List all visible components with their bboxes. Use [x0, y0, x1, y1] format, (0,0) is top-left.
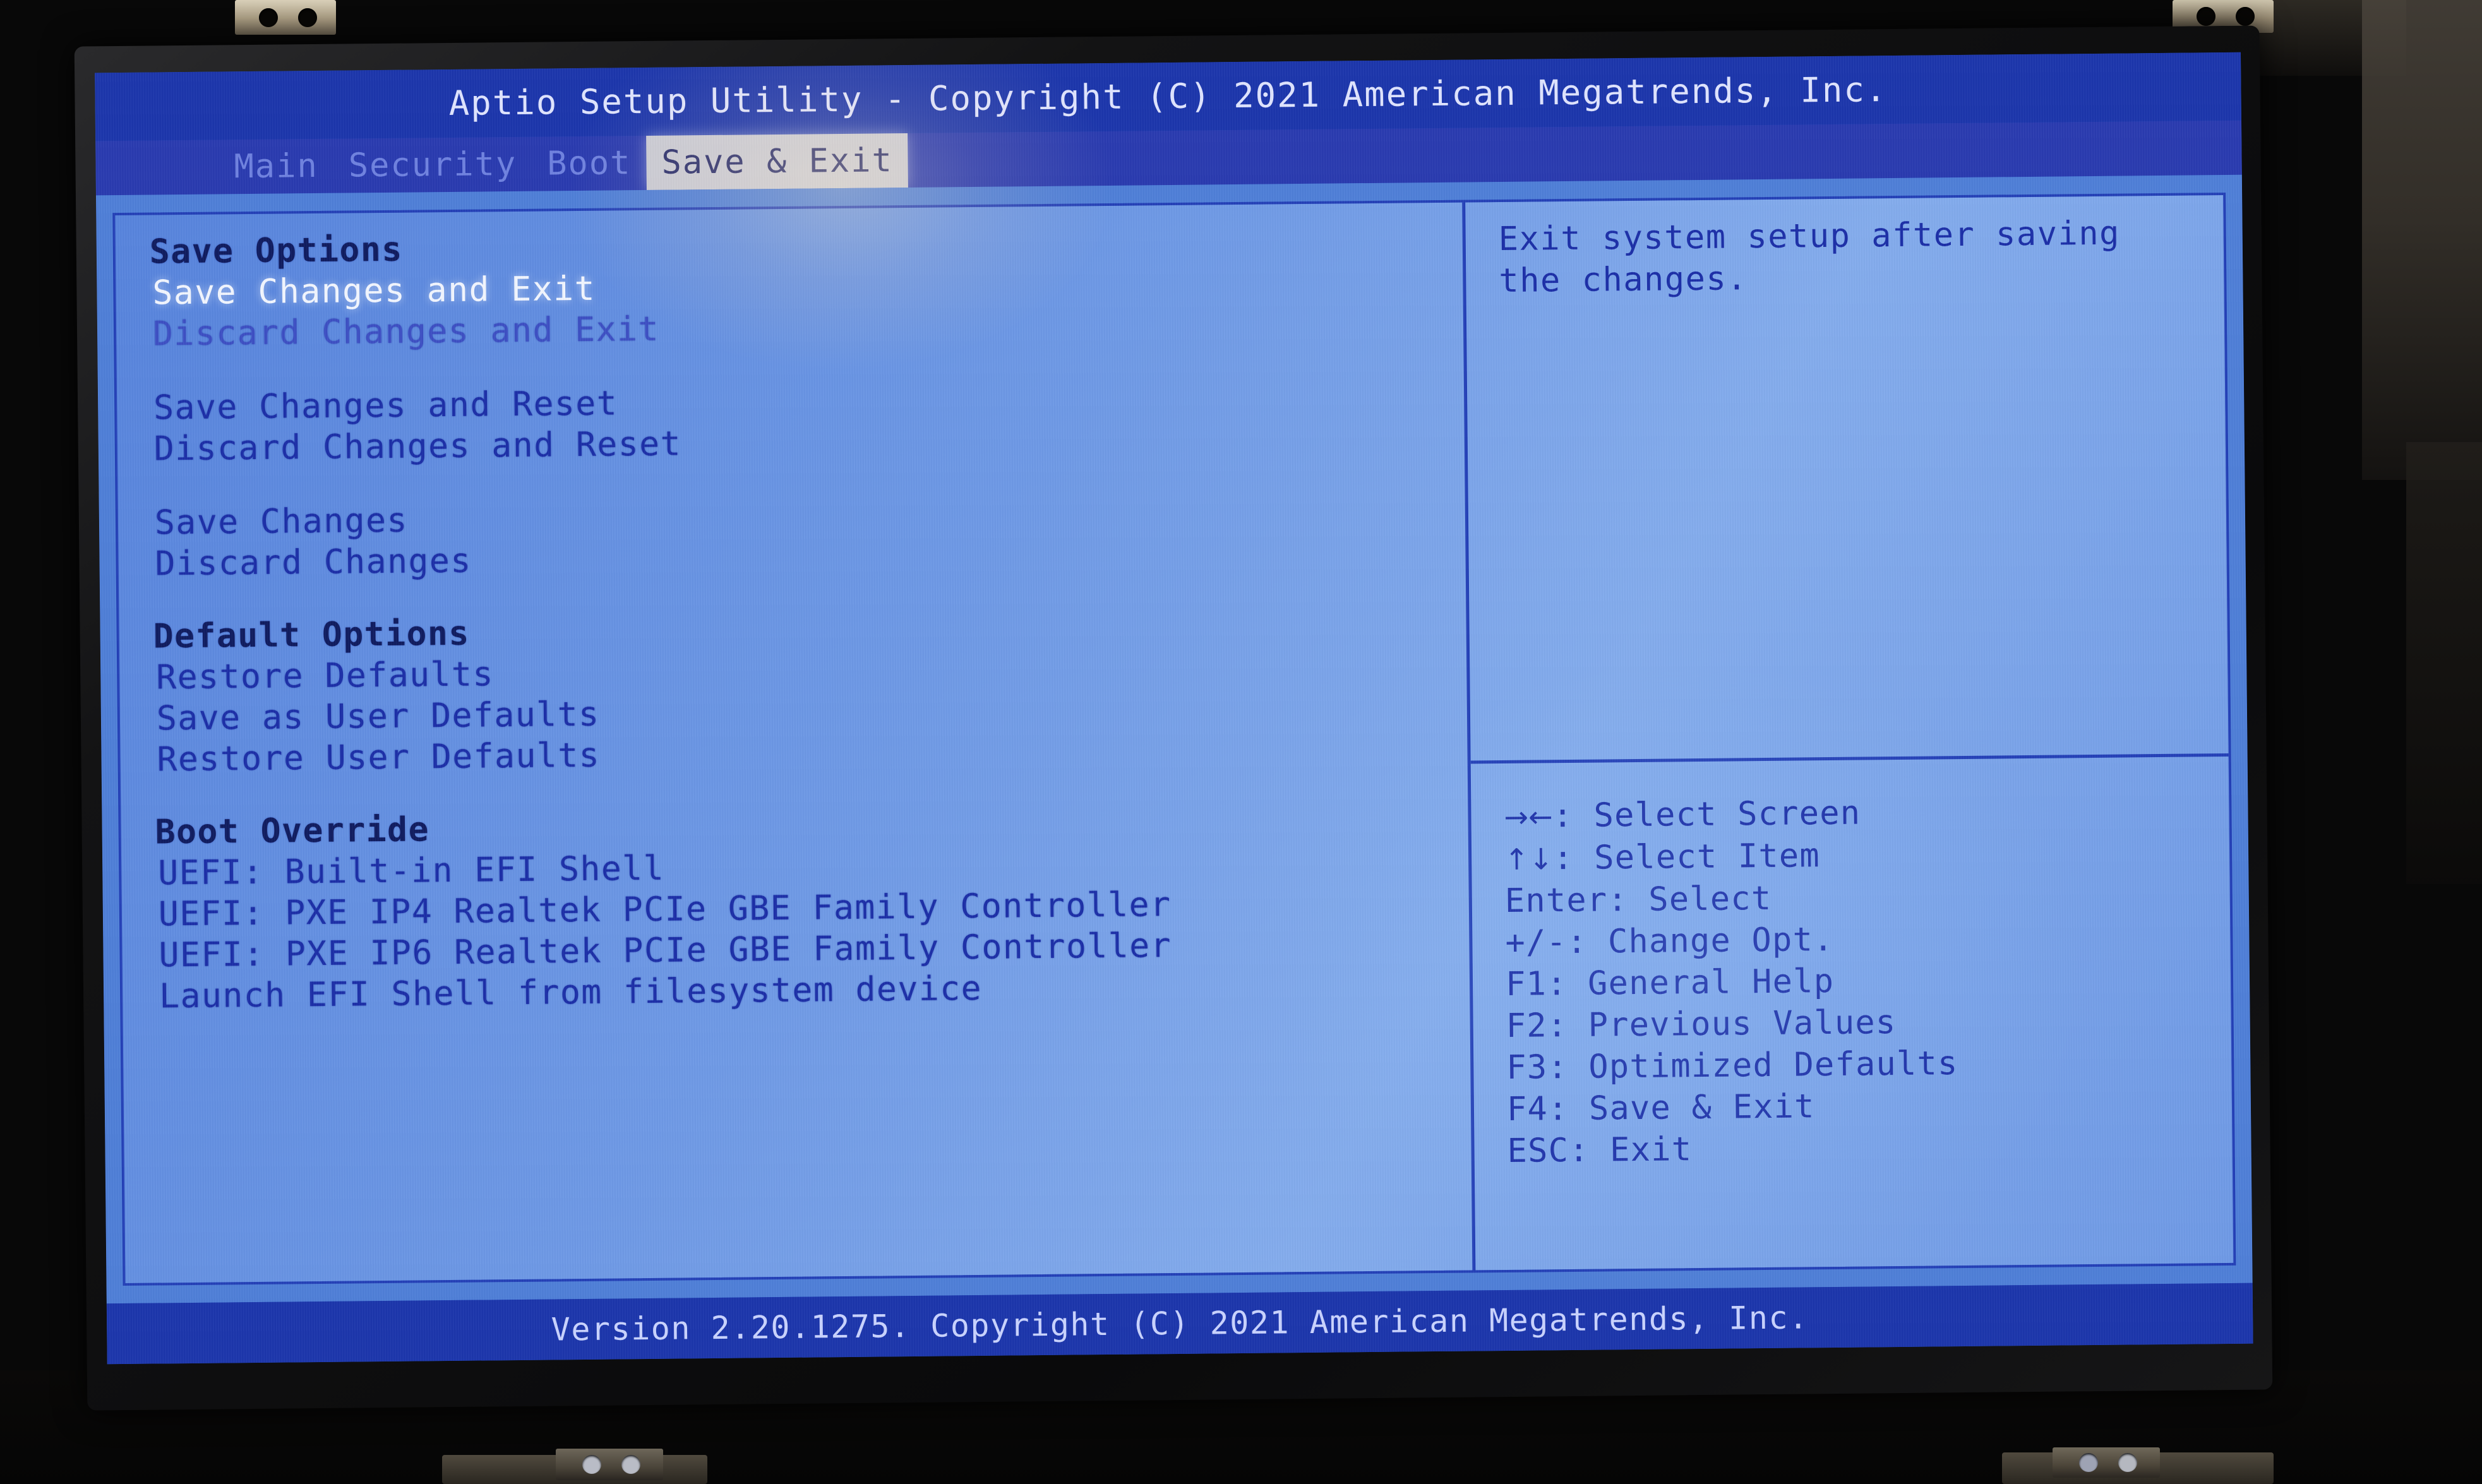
key-legend-select-item: ↑↓: Select Item	[1504, 837, 1821, 878]
monitor-bezel: Aptio Setup Utility - Copyright (C) 2021…	[74, 25, 2273, 1411]
screw-hole	[2079, 1453, 2098, 1472]
background-wall-lower-right	[2406, 442, 2482, 884]
tab-save-and-exit[interactable]: Save & Exit	[646, 133, 909, 190]
key-legend-enter-select: Enter: Select	[1504, 879, 1772, 920]
key-f2: F2	[1506, 1007, 1548, 1045]
help-description: Exit system setup after saving the chang…	[1498, 214, 2121, 301]
key-legend-previous-values: F2: Previous Values	[1506, 1003, 1897, 1045]
arrow-left-right-icon: →←	[1504, 799, 1553, 834]
save-exit-menu-pane: Save Options Save Changes and Exit Disca…	[115, 203, 1472, 1283]
key-f4: F4	[1506, 1090, 1549, 1128]
mounting-bracket-top-left	[235, 0, 336, 35]
key-f3: F3	[1506, 1048, 1548, 1087]
key-plus-minus: +/-	[1505, 923, 1568, 962]
tab-main[interactable]: Main	[219, 139, 333, 194]
key-legend-select-screen: →←: Select Screen	[1504, 794, 1861, 835]
help-pane: Exit system setup after saving the chang…	[1465, 195, 2233, 1270]
screw-hole	[298, 8, 317, 27]
tab-boot[interactable]: Boot	[532, 136, 647, 191]
key-enter: Enter	[1504, 881, 1608, 920]
key-legend-exit: ESC: Exit	[1507, 1130, 1693, 1170]
content-frame: Save Options Save Changes and Exit Disca…	[112, 192, 2236, 1286]
photo-scene: Aptio Setup Utility - Copyright (C) 2021…	[0, 0, 2482, 1484]
screw-hole	[2197, 7, 2215, 26]
screw-hole	[621, 1455, 640, 1474]
mounting-bracket-bottom-right	[2053, 1447, 2160, 1478]
key-legend-save-and-exit: F4: Save & Exit	[1506, 1087, 1815, 1128]
key-esc: ESC	[1507, 1132, 1569, 1170]
screw-hole	[2236, 7, 2255, 26]
mounting-bracket-bottom-left	[556, 1449, 663, 1480]
key-f1: F1	[1505, 965, 1547, 1003]
background-wall-right	[2362, 0, 2482, 480]
key-legend-change-opt: +/-: Change Opt.	[1505, 920, 1834, 962]
key-legend: →←: Select Screen ↑↓: Select Item Enter:…	[1504, 789, 2220, 1172]
screw-hole	[2118, 1453, 2137, 1472]
screw-hole	[582, 1455, 601, 1474]
arrow-up-down-icon: ↑↓	[1504, 842, 1554, 877]
tab-security[interactable]: Security	[333, 137, 532, 193]
bios-screen: Aptio Setup Utility - Copyright (C) 2021…	[95, 52, 2253, 1365]
key-legend-optimized-defaults: F3: Optimized Defaults	[1506, 1044, 1958, 1087]
key-legend-general-help: F1: General Help	[1505, 962, 1835, 1003]
help-divider-horizontal	[1470, 753, 2229, 764]
screw-hole	[259, 8, 278, 27]
content-area: Save Options Save Changes and Exit Disca…	[95, 174, 2253, 1304]
